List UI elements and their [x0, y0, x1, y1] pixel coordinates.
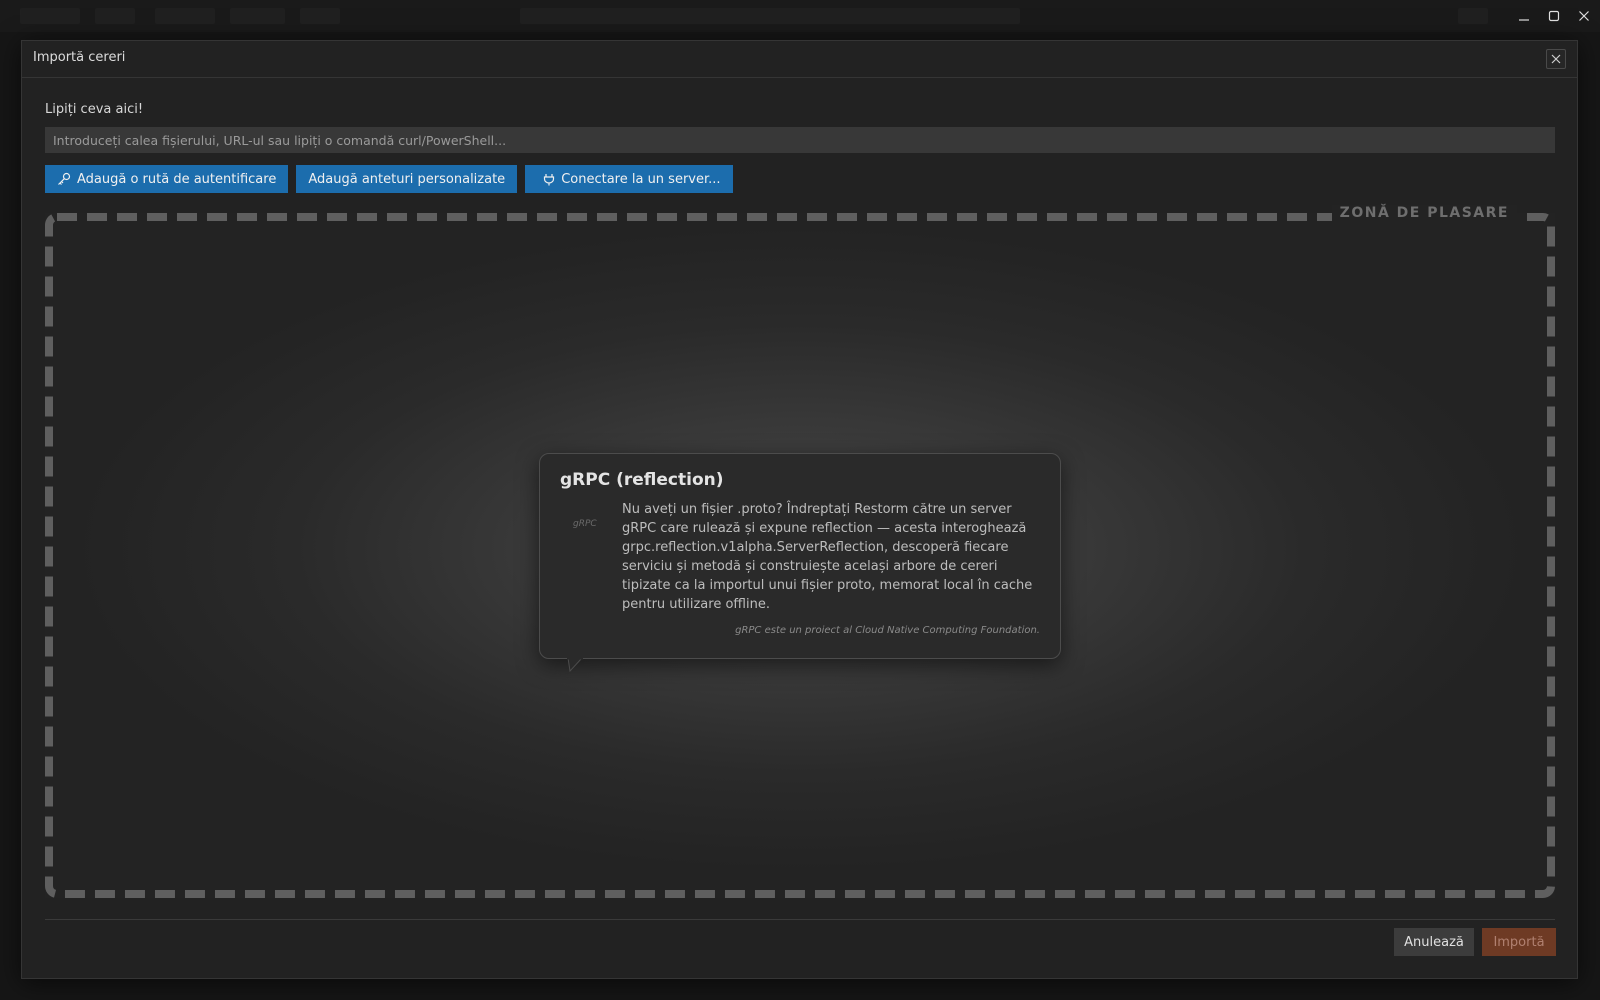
tooltip-description: Nu aveți un fișier .proto? Îndreptați Re… [622, 502, 1033, 612]
connect-server-button[interactable]: Conectare la un server... [525, 165, 733, 193]
tooltip-title: gRPC (reflection) [560, 470, 724, 490]
close-icon [1579, 11, 1589, 21]
paste-label: Lipiți ceva aici! [45, 102, 144, 117]
key-icon [58, 172, 71, 185]
minimize-button[interactable] [1509, 4, 1539, 28]
blurred-menu-item [95, 8, 135, 24]
plug-icon [544, 174, 555, 186]
grpc-logo-icon: gRPC [573, 519, 597, 529]
footer-divider [45, 919, 1555, 920]
connect-server-label: Conectare la un server... [561, 171, 721, 187]
app-titlebar [0, 0, 1600, 32]
minimize-icon [1519, 19, 1529, 21]
dialog-close-button[interactable] [1546, 49, 1566, 69]
add-custom-headers-label: Adaugă anteturi personalizate [308, 171, 506, 187]
blurred-search-bar [520, 8, 1020, 24]
maximize-button[interactable] [1539, 4, 1569, 28]
close-icon [1551, 54, 1561, 64]
maximize-icon [1548, 10, 1560, 22]
blurred-avatar [1458, 8, 1488, 24]
blurred-menu-item [300, 8, 340, 24]
drop-zone-label: ZONĂ DE PLASARE [1331, 205, 1517, 221]
blurred-menu-item [155, 8, 215, 24]
blurred-menu-item [230, 8, 285, 24]
dialog-title: Importă cereri [33, 50, 126, 65]
window-close-button[interactable] [1569, 4, 1599, 28]
import-actions-row: Adaugă o rută de autentificare Adaugă an… [45, 165, 733, 193]
add-custom-headers-button[interactable]: Adaugă anteturi personalizate [296, 165, 518, 193]
tooltip-footnote: gRPC este un proiect al Cloud Native Com… [735, 625, 1040, 636]
path-url-input[interactable] [45, 127, 1555, 153]
tooltip-pointer [567, 658, 583, 672]
cancel-button[interactable]: Anulează [1394, 928, 1474, 956]
import-button[interactable]: Importă [1482, 928, 1556, 956]
blurred-menu-item [20, 8, 80, 24]
grpc-reflection-tooltip: gRPC (reflection) gRPC Nu aveți un fișie… [539, 453, 1061, 659]
add-auth-route-label: Adaugă o rută de autentificare [77, 171, 277, 187]
dialog-titlebar: Importă cereri [22, 41, 1577, 78]
add-auth-route-button[interactable]: Adaugă o rută de autentificare [45, 165, 289, 193]
